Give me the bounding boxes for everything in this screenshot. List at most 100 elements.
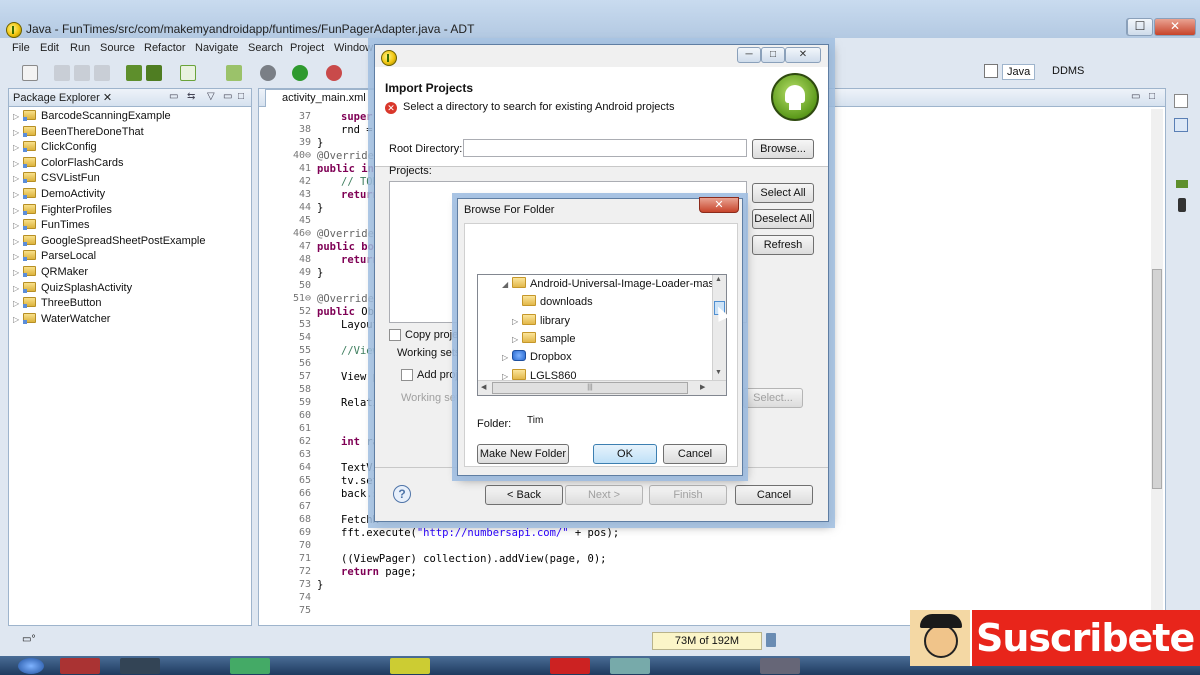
- scroll-left-arrow[interactable]: ◀: [481, 383, 486, 391]
- debug-icon[interactable]: [260, 65, 276, 81]
- minimize-view-icon[interactable]: ▭: [223, 91, 232, 102]
- editor-minimize-icon[interactable]: ▭: [1131, 91, 1140, 102]
- editor-scrollbar[interactable]: [1151, 109, 1163, 623]
- garbage-collect-icon[interactable]: [766, 633, 776, 647]
- expand-arrow-icon[interactable]: ▷: [13, 237, 23, 246]
- folder-tree-item[interactable]: ▷ library: [512, 313, 570, 329]
- new-icon[interactable]: [22, 65, 38, 81]
- cancel-button[interactable]: Cancel: [735, 485, 813, 505]
- subscribe-banner[interactable]: Suscribete: [910, 610, 1200, 666]
- menu-project[interactable]: Project: [290, 42, 324, 54]
- project-item[interactable]: ▷ ColorFlashCards: [13, 156, 124, 172]
- expand-arrow-icon[interactable]: ▷: [13, 159, 23, 168]
- folder-tree-item[interactable]: ▷ Dropbox: [502, 349, 572, 365]
- new-android-project-icon[interactable]: [226, 65, 242, 81]
- expand-arrow-icon[interactable]: ▷: [13, 221, 23, 230]
- project-item[interactable]: ▷ BarcodeScanningExample: [13, 110, 171, 125]
- taskbar-app[interactable]: [760, 658, 800, 674]
- scroll-down-arrow[interactable]: ▼: [715, 369, 722, 376]
- menu-search[interactable]: Search: [248, 42, 283, 54]
- tree-toggle-icon[interactable]: ▷: [502, 350, 512, 366]
- browse-cancel-button[interactable]: Cancel: [663, 444, 727, 464]
- print-icon[interactable]: [94, 65, 110, 81]
- scroll-up-arrow[interactable]: ▲: [715, 276, 722, 283]
- java-perspective[interactable]: Java: [1002, 64, 1036, 80]
- tree-vertical-scrollbar[interactable]: ▲ ▼: [712, 275, 726, 381]
- make-new-folder-button[interactable]: Make New Folder: [477, 444, 569, 464]
- menu-source[interactable]: Source: [100, 42, 135, 54]
- expand-arrow-icon[interactable]: ▷: [13, 268, 23, 277]
- tree-toggle-icon[interactable]: ▷: [512, 332, 522, 348]
- taskbar-app[interactable]: [550, 658, 590, 674]
- avd-manager-icon[interactable]: [146, 65, 162, 81]
- project-item[interactable]: ▷ QRMaker: [13, 266, 88, 281]
- refresh-button[interactable]: Refresh: [752, 235, 814, 255]
- expand-arrow-icon[interactable]: ▷: [13, 252, 23, 261]
- expand-arrow-icon[interactable]: ▷: [13, 299, 23, 308]
- taskbar-app[interactable]: [230, 658, 270, 674]
- save-all-icon[interactable]: [74, 65, 90, 81]
- project-item[interactable]: ▷ CSVListFun: [13, 172, 100, 187]
- project-item[interactable]: ▷ ClickConfig: [13, 141, 97, 156]
- menu-file[interactable]: File: [12, 42, 30, 54]
- folder-tree-item[interactable]: ▷ sample: [512, 331, 575, 347]
- restore-button[interactable]: ☐: [1127, 18, 1153, 36]
- browse-close-button[interactable]: ✕: [699, 197, 739, 213]
- folder-tree-item[interactable]: downloads: [512, 294, 593, 310]
- folder-tree-item[interactable]: ◢ Android-Universal-Image-Loader-maste: [502, 276, 723, 292]
- taskbar-app[interactable]: [60, 658, 100, 674]
- folder-tree[interactable]: ◢ Android-Universal-Image-Loader-maste dow…: [477, 274, 727, 396]
- expand-arrow-icon[interactable]: ▷: [13, 315, 23, 324]
- tree-horizontal-scrollbar[interactable]: ◀ ||| ▶: [478, 380, 726, 395]
- dialog-maximize-button[interactable]: □: [761, 47, 785, 63]
- project-item[interactable]: ▷ FighterProfiles: [13, 203, 112, 219]
- close-button[interactable]: ✕: [1154, 18, 1196, 36]
- folder-value[interactable]: Tim: [527, 415, 543, 426]
- scroll-right-arrow[interactable]: ▶: [700, 383, 705, 391]
- tree-toggle-icon[interactable]: ◢: [502, 277, 512, 293]
- expand-arrow-icon[interactable]: ▷: [13, 190, 23, 199]
- dialog-minimize-button[interactable]: ─: [737, 47, 761, 63]
- browse-button[interactable]: Browse...: [752, 139, 814, 159]
- project-item[interactable]: ▷ FunTimes: [13, 219, 90, 234]
- project-item[interactable]: ▷ ThreeButton: [13, 297, 102, 312]
- tree-hscroll-thumb[interactable]: |||: [492, 382, 688, 394]
- expand-arrow-icon[interactable]: ▷: [13, 128, 23, 137]
- expand-arrow-icon[interactable]: ▷: [13, 174, 23, 183]
- ddms-perspective[interactable]: DDMS: [1048, 64, 1088, 78]
- select-all-button[interactable]: Select All: [752, 183, 814, 203]
- project-item[interactable]: ▷ QuizSplashActivity: [13, 281, 132, 297]
- lint-check-icon[interactable]: [180, 65, 196, 81]
- deselect-all-button[interactable]: Deselect All: [752, 209, 814, 229]
- finish-button[interactable]: Finish: [649, 485, 727, 505]
- expand-arrow-icon[interactable]: ▷: [13, 206, 23, 215]
- copy-projects-checkbox[interactable]: [389, 329, 401, 341]
- add-to-working-set-checkbox[interactable]: [401, 369, 413, 381]
- root-directory-field[interactable]: [463, 139, 747, 157]
- view-menu-icon[interactable]: ▽: [207, 91, 215, 102]
- editor-scroll-thumb[interactable]: [1152, 269, 1162, 489]
- sdk-manager-icon[interactable]: [126, 65, 142, 81]
- expand-arrow-icon[interactable]: ▷: [13, 112, 23, 121]
- android-device-icon[interactable]: [1176, 180, 1188, 188]
- next-button[interactable]: Next >: [565, 485, 643, 505]
- status-trim-icon[interactable]: ▭°: [22, 634, 35, 645]
- project-item[interactable]: ▷ ParseLocal: [13, 250, 96, 265]
- external-tools-icon[interactable]: [326, 65, 342, 81]
- taskbar-app[interactable]: [120, 658, 160, 674]
- help-icon[interactable]: ?: [393, 485, 411, 503]
- menu-run[interactable]: Run: [70, 42, 90, 54]
- start-button[interactable]: [18, 658, 44, 674]
- project-item[interactable]: ▷ BeenThereDoneThat: [13, 125, 144, 141]
- taskbar-app[interactable]: [610, 658, 650, 674]
- editor-tab-activity-main[interactable]: activity_main.xml: [265, 89, 375, 107]
- editor-maximize-icon[interactable]: □: [1149, 91, 1155, 102]
- collapse-all-icon[interactable]: ▭: [169, 91, 178, 102]
- outline-icon[interactable]: [1174, 94, 1188, 108]
- project-item[interactable]: ▷ WaterWatcher: [13, 312, 110, 328]
- menu-navigate[interactable]: Navigate: [195, 42, 238, 54]
- link-with-editor-icon[interactable]: ⇆: [187, 91, 195, 102]
- task-list-icon[interactable]: [1174, 118, 1188, 132]
- menu-window[interactable]: Window: [334, 42, 373, 54]
- expand-arrow-icon[interactable]: ▷: [13, 284, 23, 293]
